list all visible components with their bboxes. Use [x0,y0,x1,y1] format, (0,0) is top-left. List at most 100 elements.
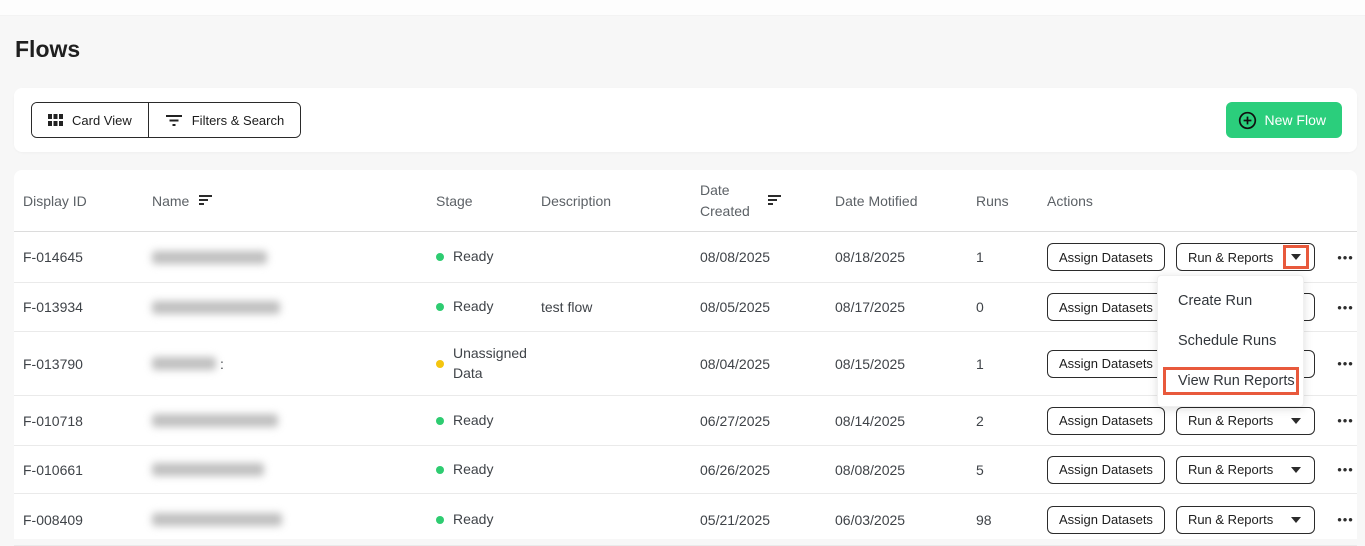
filters-search-button[interactable]: Filters & Search [148,103,300,137]
header-description: Description [541,193,700,209]
header-date-motified: Date Motified [835,193,976,209]
table-row: F-014645 Ready 08/08/2025 08/18/2025 1 A… [14,232,1357,283]
assign-datasets-button[interactable]: Assign Datasets [1047,293,1165,321]
row-more-button[interactable]: ••• [1335,296,1356,319]
table-row: F-008409 Ready 05/21/2025 06/03/2025 98 … [14,494,1357,546]
stage-cell: Ready [436,247,541,267]
actions-cell: Assign Datasets Run & Reports ••• [1047,243,1365,271]
stage-cell: Ready [436,297,541,317]
display-id-cell: F-013790 [23,356,152,372]
dropdown-caret[interactable] [1283,245,1309,269]
row-more-button[interactable]: ••• [1335,246,1356,269]
stage-status-dot [436,417,444,425]
stage-cell: Ready [436,460,541,480]
row-more-button[interactable]: ••• [1335,508,1356,531]
redacted-name [152,357,216,370]
top-bar [0,0,1365,16]
card-view-button[interactable]: Card View [32,103,148,137]
runs-cell: 1 [976,356,1047,372]
name-cell [152,301,436,314]
run-reports-label: Run & Reports [1188,512,1273,527]
date-motified-cell: 08/14/2025 [835,413,976,429]
header-actions: Actions [1047,193,1357,209]
redacted-name [152,414,278,427]
name-cell [152,463,436,476]
caret-down-icon [1291,254,1301,260]
sort-icon[interactable] [768,195,782,206]
caret-down-icon [1291,517,1301,523]
filter-icon [165,113,183,127]
date-created-cell: 08/08/2025 [700,249,835,265]
date-motified-cell: 08/15/2025 [835,356,976,372]
stage-status-dot [436,253,444,261]
run-reports-label: Run & Reports [1188,413,1273,428]
stage-status-dot [436,466,444,474]
actions-cell: Assign Datasets Run & Reports ••• [1047,407,1365,435]
stage-label: Unassigned Data [453,344,531,383]
display-id-cell: F-014645 [23,249,152,265]
header-name: Name [152,193,436,209]
date-created-cell: 05/21/2025 [700,512,835,528]
runs-cell: 5 [976,462,1047,478]
run-reports-label: Run & Reports [1188,250,1273,265]
name-visible-text: : [220,356,224,372]
actions-cell: Assign Datasets Run & Reports ••• [1047,506,1365,534]
date-created-cell: 08/04/2025 [700,356,835,372]
run-reports-label: Run & Reports [1188,462,1273,477]
stage-status-dot [436,303,444,311]
run-reports-button[interactable]: Run & Reports [1176,456,1315,484]
filters-search-label: Filters & Search [192,113,284,128]
display-id-cell: F-010661 [23,462,152,478]
assign-datasets-button[interactable]: Assign Datasets [1047,350,1165,378]
stage-status-dot [436,360,444,368]
stage-label: Ready [453,247,493,267]
dropdown-caret[interactable] [1283,458,1309,482]
run-reports-button[interactable]: Run & Reports [1176,506,1315,534]
name-cell [152,414,436,427]
assign-datasets-button[interactable]: Assign Datasets [1047,243,1165,271]
date-created-cell: 08/05/2025 [700,299,835,315]
sort-icon[interactable] [199,195,213,206]
name-cell [152,513,436,526]
new-flow-button[interactable]: New Flow [1226,102,1342,138]
stage-label: Ready [453,510,493,530]
date-motified-cell: 08/08/2025 [835,462,976,478]
flows-table: Display ID Name Stage Description Date C… [14,170,1357,539]
row-more-button[interactable]: ••• [1335,409,1356,432]
table-row: F-013934 Ready test flow 08/05/2025 08/1… [14,283,1357,332]
name-cell: : [152,356,436,372]
dropdown-item[interactable]: View Run Reports [1158,361,1303,401]
view-toggle-group: Card View Filters & Search [31,102,301,138]
page-title: Flows [15,36,1365,63]
assign-datasets-button[interactable]: Assign Datasets [1047,506,1165,534]
dropdown-item[interactable]: Schedule Runs [1158,321,1303,361]
toolbar: Card View Filters & Search New Flow [14,88,1357,152]
stage-cell: Ready [436,510,541,530]
display-id-cell: F-013934 [23,299,152,315]
redacted-name [152,251,267,264]
caret-down-icon [1291,418,1301,424]
date-motified-cell: 06/03/2025 [835,512,976,528]
assign-datasets-button[interactable]: Assign Datasets [1047,407,1165,435]
dropdown-item[interactable]: Create Run [1158,281,1303,321]
grid-icon [48,114,63,127]
dropdown-caret[interactable] [1283,409,1309,433]
plus-circle-icon [1238,111,1257,130]
assign-datasets-button[interactable]: Assign Datasets [1047,456,1165,484]
table-row: F-010661 Ready 06/26/2025 08/08/2025 5 A… [14,446,1357,494]
display-id-cell: F-008409 [23,512,152,528]
run-reports-button[interactable]: Run & Reports [1176,407,1315,435]
run-reports-dropdown-menu: Create RunSchedule RunsView Run Reports [1157,275,1304,407]
stage-label: Ready [453,460,493,480]
row-more-button[interactable]: ••• [1335,458,1356,481]
redacted-name [152,513,282,526]
run-reports-button[interactable]: Run & Reports [1176,243,1315,271]
runs-cell: 1 [976,249,1047,265]
stage-cell: Unassigned Data [436,344,541,383]
date-motified-cell: 08/17/2025 [835,299,976,315]
card-view-label: Card View [72,113,132,128]
name-cell [152,251,436,264]
dropdown-caret[interactable] [1283,508,1309,532]
runs-cell: 98 [976,512,1047,528]
row-more-button[interactable]: ••• [1335,352,1356,375]
